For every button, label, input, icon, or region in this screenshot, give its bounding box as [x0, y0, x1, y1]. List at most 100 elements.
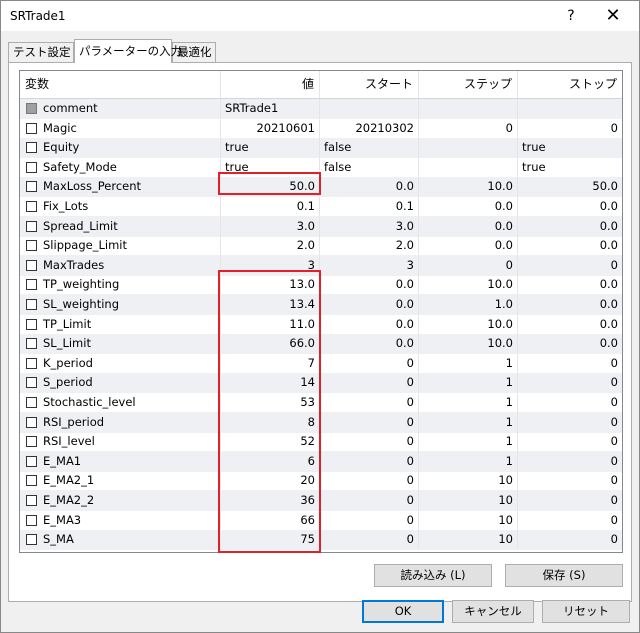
start-cell[interactable]: 0.1	[320, 197, 419, 217]
optimize-checkbox[interactable]	[26, 201, 37, 212]
stop-cell[interactable]: 0	[518, 451, 622, 472]
stop-cell[interactable]: 0	[518, 373, 622, 394]
table-row[interactable]: E_MA1 6 0 1 0	[20, 451, 622, 472]
table-row[interactable]: Spread_Limit 3.0 3.0 0.0 0.0	[20, 216, 622, 237]
help-icon[interactable]: ?	[556, 4, 586, 28]
step-cell[interactable]	[419, 138, 518, 159]
value-cell[interactable]: 66	[221, 510, 320, 531]
optimize-checkbox[interactable]	[26, 514, 37, 526]
start-cell[interactable]: 2.0	[320, 236, 419, 257]
variable-cell[interactable]: E_MA3	[20, 510, 221, 531]
optimize-checkbox[interactable]	[26, 338, 37, 350]
table-row[interactable]: RSI_period 8 0 1 0	[20, 412, 622, 433]
step-cell[interactable]: 1	[419, 393, 518, 413]
reset-button[interactable]: リセット	[542, 600, 630, 623]
stop-cell[interactable]: 0.0	[518, 197, 622, 217]
close-icon[interactable]: ✕	[596, 4, 630, 28]
start-cell[interactable]	[320, 99, 419, 119]
stop-cell[interactable]: 0.0	[518, 236, 622, 257]
step-cell[interactable]: 10	[419, 510, 518, 531]
optimize-checkbox[interactable]	[26, 455, 37, 467]
stop-cell[interactable]: true	[518, 158, 622, 178]
stop-cell[interactable]: 0	[518, 491, 622, 511]
value-cell[interactable]: true	[221, 138, 320, 159]
step-cell[interactable]	[419, 99, 518, 119]
variable-cell[interactable]: comment	[20, 99, 221, 119]
step-cell[interactable]: 0	[419, 118, 518, 139]
start-cell[interactable]: 0.0	[320, 334, 419, 355]
step-cell[interactable]: 10	[419, 471, 518, 492]
value-cell[interactable]: 7	[221, 353, 320, 374]
table-row[interactable]: Magic 20210601 20210302 0 0	[20, 118, 622, 139]
variable-cell[interactable]: RSI_period	[20, 412, 221, 433]
variable-cell[interactable]: Stochastic_level	[20, 393, 221, 413]
optimize-checkbox[interactable]	[26, 318, 37, 330]
step-cell[interactable]: 0.0	[419, 236, 518, 257]
stop-cell[interactable]: 0	[518, 393, 622, 413]
step-cell[interactable]: 10.0	[419, 334, 518, 355]
start-cell[interactable]: 0	[320, 432, 419, 453]
variable-cell[interactable]: E_MA2_1	[20, 471, 221, 492]
variable-cell[interactable]: Slippage_Limit	[20, 236, 221, 257]
optimize-checkbox[interactable]	[26, 240, 37, 252]
step-cell[interactable]: 0	[419, 255, 518, 276]
variable-cell[interactable]: SL_weighting	[20, 295, 221, 315]
start-cell[interactable]: 3.0	[320, 216, 419, 237]
optimize-checkbox[interactable]	[26, 534, 37, 546]
column-header-start[interactable]: スタート	[320, 71, 419, 98]
table-row[interactable]: E_MA2_1 20 0 10 0	[20, 471, 622, 492]
table-row[interactable]: S_period 14 0 1 0	[20, 373, 622, 394]
column-header-value[interactable]: 値	[221, 71, 320, 98]
column-header-step[interactable]: ステップ	[419, 71, 518, 98]
stop-cell[interactable]: 0	[518, 471, 622, 492]
variable-cell[interactable]: Spread_Limit	[20, 216, 221, 237]
optimize-checkbox[interactable]	[26, 181, 37, 193]
variable-cell[interactable]: Safety_Mode	[20, 157, 221, 178]
step-cell[interactable]	[419, 157, 518, 178]
start-cell[interactable]: 3	[320, 255, 419, 276]
start-cell[interactable]: 0	[320, 393, 419, 413]
optimize-checkbox[interactable]	[26, 259, 37, 271]
stop-cell[interactable]: 0.0	[518, 295, 622, 315]
start-cell[interactable]: 0.0	[320, 314, 419, 335]
stop-cell[interactable]: 0	[518, 412, 622, 433]
variable-cell[interactable]: RSI_level	[20, 432, 221, 453]
column-header-stop[interactable]: ストップ	[518, 71, 622, 98]
load-button[interactable]: 読み込み (L)	[374, 564, 492, 587]
table-row[interactable]: RSI_level 52 0 1 0	[20, 432, 622, 453]
optimize-checkbox[interactable]	[26, 416, 37, 428]
stop-cell[interactable]: 0	[518, 432, 622, 453]
value-cell[interactable]: 52	[221, 432, 320, 453]
variable-cell[interactable]: TP_weighting	[20, 275, 221, 296]
table-row[interactable]: TP_weighting 13.0 0.0 10.0 0.0	[20, 275, 622, 296]
value-cell[interactable]: 50.0	[221, 177, 320, 198]
stop-cell[interactable]: 0.0	[518, 334, 622, 355]
step-cell[interactable]: 1	[419, 412, 518, 433]
step-cell[interactable]: 10.0	[419, 314, 518, 335]
value-cell[interactable]: 11.0	[221, 314, 320, 335]
table-row[interactable]: K_period 7 0 1 0	[20, 353, 622, 374]
step-cell[interactable]: 1.0	[419, 295, 518, 315]
step-cell[interactable]: 1	[419, 353, 518, 374]
table-row[interactable]: Slippage_Limit 2.0 2.0 0.0 0.0	[20, 236, 622, 257]
value-cell[interactable]: 75	[221, 530, 320, 551]
start-cell[interactable]: 0	[320, 471, 419, 492]
optimize-checkbox[interactable]	[26, 161, 37, 173]
optimize-checkbox[interactable]	[26, 397, 37, 408]
variable-cell[interactable]: Magic	[20, 118, 221, 139]
optimize-checkbox[interactable]	[26, 436, 37, 448]
optimize-checkbox[interactable]	[26, 495, 37, 506]
value-cell[interactable]: 0.1	[221, 197, 320, 217]
table-row[interactable]: Fix_Lots 0.1 0.1 0.0 0.0	[20, 197, 622, 217]
start-cell[interactable]: 0	[320, 373, 419, 394]
value-cell[interactable]: 13.4	[221, 295, 320, 315]
step-cell[interactable]: 10	[419, 530, 518, 551]
stop-cell[interactable]: 0	[518, 119, 622, 139]
variable-cell[interactable]: S_period	[20, 373, 221, 394]
variable-cell[interactable]: Equity	[20, 138, 221, 159]
variable-cell[interactable]: Fix_Lots	[20, 197, 221, 217]
value-cell[interactable]: SRTrade1	[221, 99, 320, 119]
optimize-checkbox[interactable]	[26, 220, 37, 232]
optimize-checkbox[interactable]	[26, 475, 37, 487]
value-cell[interactable]: 6	[221, 451, 320, 472]
